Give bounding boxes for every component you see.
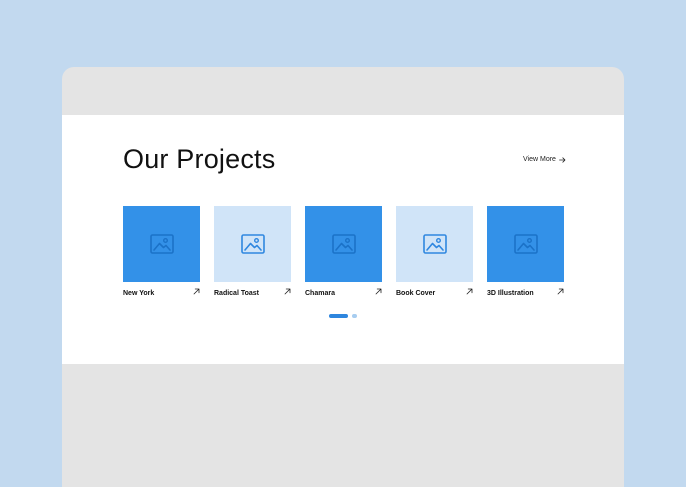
project-card[interactable]: Radical Toast bbox=[214, 206, 291, 301]
pagination-dot[interactable] bbox=[352, 314, 357, 318]
arrow-up-right-icon bbox=[466, 288, 473, 295]
project-thumbnail bbox=[305, 206, 382, 282]
arrow-right-icon bbox=[559, 156, 566, 163]
project-thumbnail bbox=[396, 206, 473, 282]
carousel-pagination bbox=[329, 313, 357, 319]
project-title: Radical Toast bbox=[214, 290, 259, 297]
project-card[interactable]: New York bbox=[123, 206, 200, 301]
view-more-label: View More bbox=[523, 156, 556, 163]
project-card[interactable]: 3D Illustration bbox=[487, 206, 564, 301]
project-title: 3D Illustration bbox=[487, 290, 534, 297]
image-placeholder-icon bbox=[240, 234, 265, 254]
image-placeholder-icon bbox=[149, 234, 174, 254]
project-title: Chamara bbox=[305, 290, 335, 297]
arrow-up-right-icon bbox=[193, 288, 200, 295]
project-card[interactable]: Book Cover bbox=[396, 206, 473, 301]
projects-section: Our Projects View More New York Radical T… bbox=[62, 115, 624, 364]
image-placeholder-icon bbox=[331, 234, 356, 254]
page-title: Our Projects bbox=[123, 144, 276, 174]
arrow-up-right-icon bbox=[284, 288, 291, 295]
project-thumbnail bbox=[214, 206, 291, 282]
arrow-up-right-icon bbox=[557, 288, 564, 295]
project-title: Book Cover bbox=[396, 290, 436, 297]
project-thumbnail bbox=[123, 206, 200, 282]
pagination-dot-active[interactable] bbox=[329, 314, 348, 318]
arrow-up-right-icon bbox=[375, 288, 382, 295]
browser-window: Our Projects View More New York Radical T… bbox=[62, 67, 624, 487]
image-placeholder-icon bbox=[422, 234, 447, 254]
project-thumbnail bbox=[487, 206, 564, 282]
project-title: New York bbox=[123, 290, 155, 297]
project-card[interactable]: Chamara bbox=[305, 206, 382, 301]
image-placeholder-icon bbox=[513, 234, 538, 254]
projects-list: New York Radical Toast Chamara Book Cover 3D… bbox=[123, 206, 564, 301]
view-more-link[interactable]: View More bbox=[523, 156, 566, 163]
